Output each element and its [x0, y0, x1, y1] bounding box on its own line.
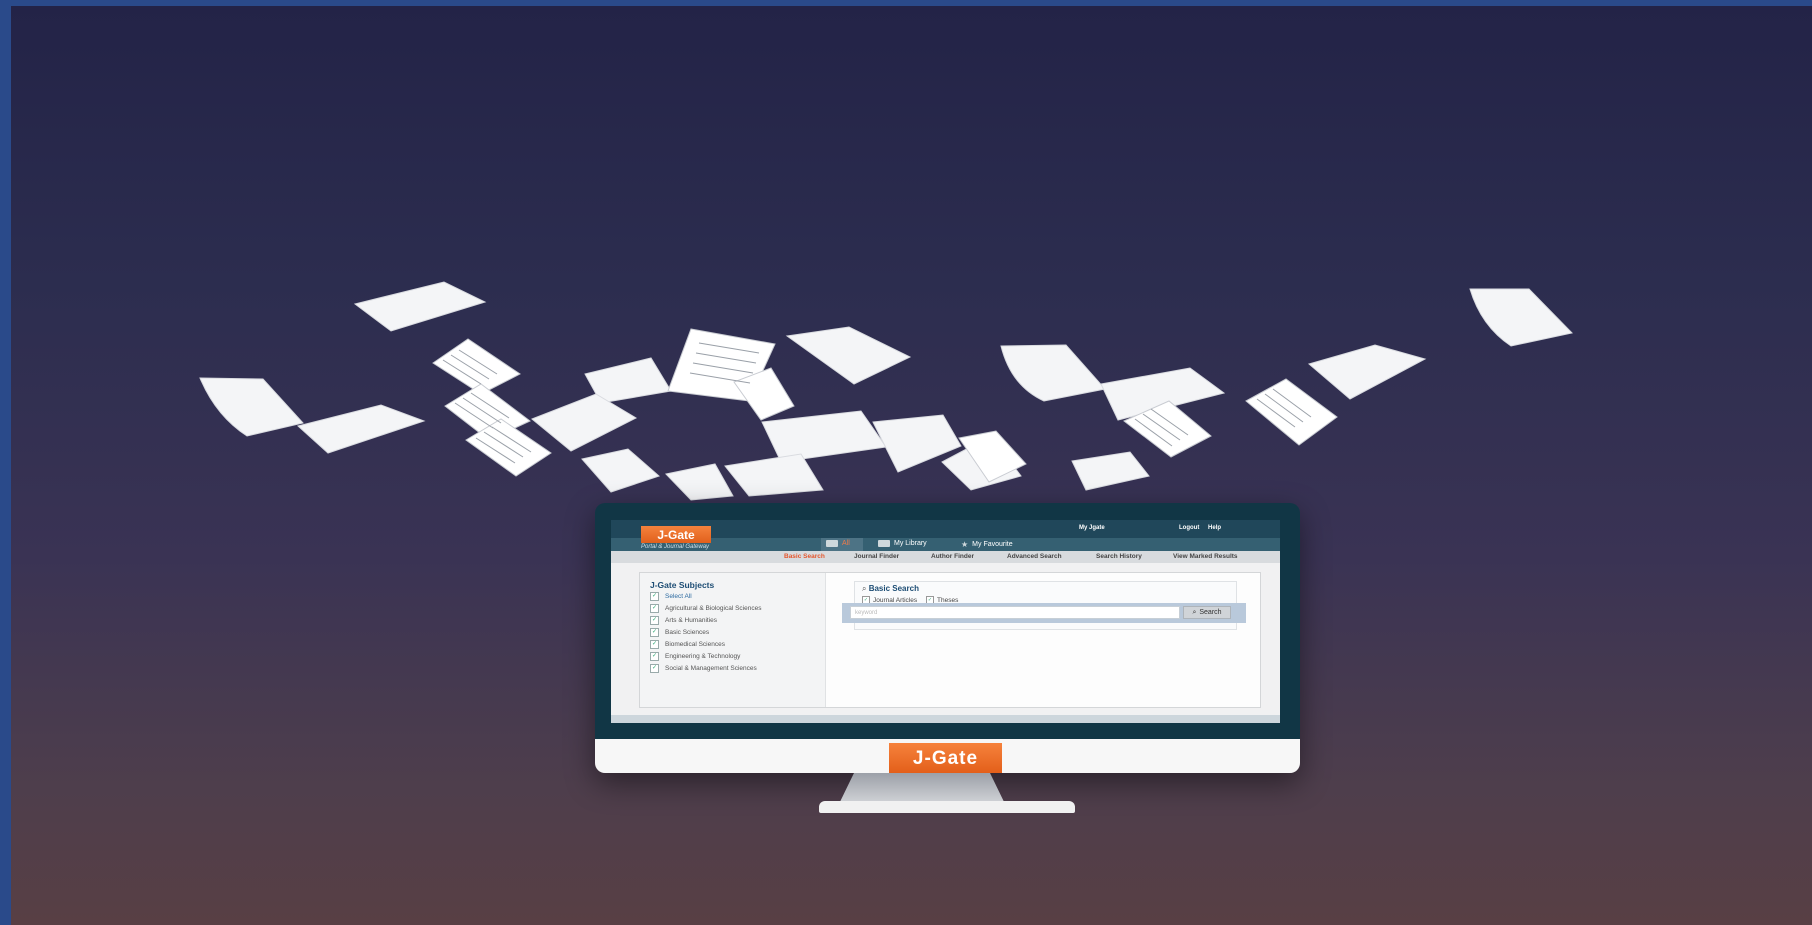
paper-sheet — [724, 453, 824, 497]
tab-my-library[interactable]: My Library — [878, 540, 927, 547]
subnav-basic-search[interactable]: Basic Search — [784, 553, 825, 560]
tab-my-favourite[interactable]: ★ My Favourite — [961, 540, 1013, 549]
lined-paper-sheet — [432, 338, 521, 395]
search-input[interactable]: keyword — [850, 606, 1180, 619]
main-panel: J-Gate Subjects ✓ Select All ✓ Agricultura… — [639, 572, 1261, 708]
search-icon: ⌕ — [862, 584, 869, 593]
subject-agricultural[interactable]: ✓ Agricultural & Biological Sciences — [650, 604, 761, 613]
search-icon: ⌕ — [1192, 608, 1197, 616]
paper-sheet — [665, 463, 734, 501]
jgate-logo[interactable]: J-Gate — [641, 526, 711, 543]
checkbox-icon[interactable]: ✓ — [650, 652, 659, 661]
paper-sheet — [761, 410, 887, 463]
subnav-advanced-search[interactable]: Advanced Search — [1007, 553, 1062, 560]
checkbox-icon[interactable]: ✓ — [650, 640, 659, 649]
subnav-view-marked-results[interactable]: View Marked Results — [1173, 553, 1238, 560]
paper-sheet — [1071, 451, 1150, 491]
screen-bottom-strip — [611, 715, 1280, 723]
chin-logo: J-Gate — [889, 743, 1002, 773]
subject-label: Engineering & Technology — [665, 653, 741, 660]
tab-my-library-label: My Library — [894, 540, 927, 547]
subject-social[interactable]: ✓ Social & Management Sciences — [650, 664, 757, 673]
logout-link[interactable]: Logout — [1179, 525, 1199, 531]
basic-search-title: ⌕ Basic Search — [862, 584, 919, 594]
help-link[interactable]: Help — [1208, 525, 1221, 531]
paper-sheet — [581, 448, 660, 493]
subject-label: Social & Management Sciences — [665, 665, 757, 672]
subject-basic-sciences[interactable]: ✓ Basic Sciences — [650, 628, 709, 637]
checkbox-icon[interactable]: ✓ — [650, 664, 659, 673]
search-button-label: Search — [1199, 609, 1222, 616]
chat-icon — [826, 540, 838, 547]
checkbox-icon[interactable]: ✓ — [650, 628, 659, 637]
paper-sheet — [353, 281, 487, 332]
subject-label: Agricultural & Biological Sciences — [665, 605, 762, 612]
my-jgate-link[interactable]: My Jgate — [1079, 525, 1105, 531]
monitor-stand-base — [819, 801, 1075, 813]
checkbox-icon[interactable]: ✓ — [650, 604, 659, 613]
checkbox-icon[interactable]: ✓ — [650, 616, 659, 625]
subject-label: Select All — [665, 593, 692, 600]
subjects-title: J-Gate Subjects — [650, 580, 715, 590]
basic-search-title-text: Basic Search — [868, 584, 919, 593]
subject-label: Basic Sciences — [665, 629, 710, 636]
tab-bar — [611, 538, 1280, 551]
checkbox-icon[interactable]: ✓ — [650, 592, 659, 601]
paper-sheet — [531, 393, 638, 452]
subnav-journal-finder[interactable]: Journal Finder — [854, 553, 899, 560]
jgate-screen: J-Gate Portal & Journal Gateway My Jgate… — [611, 520, 1280, 723]
paper-sheet — [199, 377, 304, 437]
subject-label: Biomedical Sciences — [665, 641, 725, 648]
paper-sheet — [1469, 288, 1573, 347]
subnav-author-finder[interactable]: Author Finder — [931, 553, 974, 560]
tab-all[interactable]: All — [826, 540, 850, 547]
subject-biomedical[interactable]: ✓ Biomedical Sciences — [650, 640, 725, 649]
subject-engineering[interactable]: ✓ Engineering & Technology — [650, 652, 740, 661]
subject-label: Arts & Humanities — [665, 617, 718, 624]
subject-arts[interactable]: ✓ Arts & Humanities — [650, 616, 717, 625]
folder-icon — [878, 540, 890, 547]
search-button[interactable]: ⌕ Search — [1183, 606, 1231, 619]
background-frame: J-Gate J-Gate Portal & Journal Gateway M… — [11, 6, 1812, 925]
tab-my-favourite-label: My Favourite — [972, 541, 1013, 548]
lined-paper-sheet — [1245, 378, 1338, 446]
paper-sheet — [785, 326, 912, 385]
paper-sheet — [296, 404, 426, 454]
paper-sheet — [1000, 344, 1106, 402]
logo-tagline: Portal & Journal Gateway — [641, 544, 710, 550]
subject-select-all[interactable]: ✓ Select All — [650, 592, 692, 601]
tab-all-label: All — [842, 540, 850, 547]
subnav-search-history[interactable]: Search History — [1096, 553, 1142, 560]
paper-sheet — [1307, 344, 1427, 400]
star-icon: ★ — [961, 540, 969, 549]
